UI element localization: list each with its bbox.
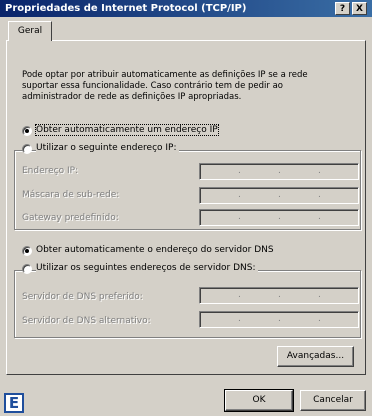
dns-auto-radio[interactable]: [22, 246, 32, 256]
preferred-dns-label: Servidor de DNS preferido:: [22, 292, 143, 302]
dns-manual-label[interactable]: Utilizar os seguintes endereços de servi…: [36, 263, 258, 273]
ip-manual-label[interactable]: Utilizar o seguinte endereço IP:: [36, 143, 179, 153]
ip-auto-label[interactable]: Obter automaticamente um endereço IP: [35, 124, 219, 136]
ip-address-label: Endereço IP:: [22, 166, 79, 176]
description-text: Pode optar por atribuir automaticamente …: [22, 70, 308, 102]
title-bar: Propriedades de Internet Protocol (TCP/I…: [0, 0, 372, 17]
dns-manual-radio[interactable]: [22, 264, 32, 274]
default-gateway-label: Gateway predefinido:: [22, 213, 119, 223]
ip-address-input[interactable]: ...: [199, 163, 359, 180]
window-title: Propriedades de Internet Protocol (TCP/I…: [5, 3, 247, 14]
alternate-dns-label: Servidor de DNS alternativo:: [22, 316, 151, 326]
preferred-dns-input[interactable]: ...: [199, 287, 359, 304]
e-badge: E: [4, 393, 24, 413]
subnet-mask-label: Máscara de sub-rede:: [22, 190, 120, 200]
dns-auto-label[interactable]: Obter automaticamente o endereço do serv…: [36, 245, 274, 255]
help-button[interactable]: ?: [335, 2, 350, 15]
advanced-button[interactable]: Avançadas...: [277, 346, 354, 367]
ok-button[interactable]: OK: [224, 389, 294, 412]
alternate-dns-input[interactable]: ...: [199, 311, 359, 328]
close-button[interactable]: X: [352, 2, 367, 15]
ip-manual-radio[interactable]: [22, 144, 32, 154]
ip-auto-radio[interactable]: [22, 126, 32, 136]
tab-geral[interactable]: Geral: [8, 21, 52, 41]
default-gateway-input[interactable]: ...: [199, 209, 359, 226]
cancel-button[interactable]: Cancelar: [300, 390, 366, 411]
subnet-mask-input[interactable]: ...: [199, 187, 359, 204]
